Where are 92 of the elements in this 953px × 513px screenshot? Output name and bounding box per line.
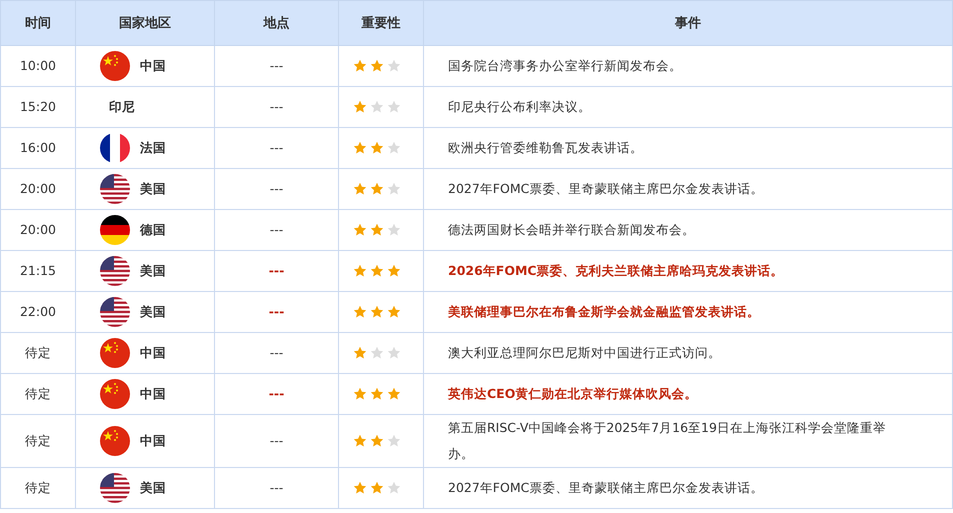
star-icon [370, 59, 384, 73]
location-cell: --- [214, 128, 338, 168]
time-cell: 待定 [0, 332, 76, 374]
country-name: 美国 [140, 480, 166, 496]
china-flag-icon [100, 426, 130, 456]
event-cell: 英伟达CEO黄仁勋在北京举行媒体吹风会。 [424, 374, 952, 414]
location-cell: --- [214, 332, 338, 374]
time-cell: 20:00 [0, 168, 76, 210]
column-header: 地点 [214, 0, 338, 46]
location-cell: --- [214, 250, 338, 292]
france-flag-icon [100, 133, 130, 163]
star-icon [387, 264, 401, 278]
star-icon [370, 100, 384, 114]
star-icon [370, 387, 384, 401]
star-icon [353, 305, 367, 319]
germany-flag-icon [100, 215, 130, 245]
location-cell: --- [214, 374, 338, 414]
country-name: 美国 [140, 181, 166, 197]
location-cell: --- [214, 414, 338, 468]
star-icon [353, 182, 367, 196]
star-icon [353, 264, 367, 278]
star-icon [387, 182, 401, 196]
event-cell: 2027年FOMC票委、里奇蒙联储主席巴尔金发表讲话。 [424, 468, 952, 508]
country-name: 德国 [140, 222, 166, 238]
event-cell: 欧洲央行管委维勒鲁瓦发表讲话。 [424, 128, 952, 168]
china-flag-icon [100, 379, 130, 409]
location-cell: --- [214, 86, 338, 128]
star-icon [353, 141, 367, 155]
usa-flag-icon [100, 473, 130, 503]
star-icon [387, 305, 401, 319]
location-cell: --- [214, 46, 338, 86]
country-name: 中国 [140, 433, 166, 449]
event-cell: 德法两国财长会晤并举行联合新闻发布会。 [424, 210, 952, 250]
column-header: 事件 [424, 0, 952, 46]
china-flag-icon [100, 338, 130, 368]
star-icon [370, 305, 384, 319]
column-header: 时间 [0, 0, 76, 46]
location-cell: --- [214, 292, 338, 332]
event-cell: 印尼央行公布利率决议。 [424, 86, 952, 128]
event-cell: 第五届RISC-V中国峰会将于2025年7月16至19日在上海张江科学会堂隆重举办。 [424, 414, 952, 468]
star-icon [370, 264, 384, 278]
usa-flag-icon [100, 174, 130, 204]
star-icon [387, 387, 401, 401]
event-cell: 2026年FOMC票委、克利夫兰联储主席哈玛克发表讲话。 [424, 250, 952, 292]
event-cell: 美联储理事巴尔在布鲁金斯学会就金融监管发表讲话。 [424, 292, 952, 332]
star-icon [370, 346, 384, 360]
star-icon [387, 434, 401, 448]
star-icon [387, 223, 401, 237]
star-icon [370, 481, 384, 495]
column-header: 重要性 [338, 0, 424, 46]
star-icon [387, 481, 401, 495]
time-cell: 20:00 [0, 210, 76, 250]
time-cell: 10:00 [0, 46, 76, 86]
country-name: 中国 [140, 345, 166, 361]
location-cell: --- [214, 168, 338, 210]
time-cell: 待定 [0, 414, 76, 468]
star-icon [370, 141, 384, 155]
location-cell: --- [214, 210, 338, 250]
star-icon [370, 434, 384, 448]
star-icon [353, 100, 367, 114]
time-cell: 待定 [0, 468, 76, 508]
star-icon [387, 100, 401, 114]
country-name: 中国 [140, 58, 166, 74]
time-cell: 15:20 [0, 86, 76, 128]
event-cell: 国务院台湾事务办公室举行新闻发布会。 [424, 46, 952, 86]
location-cell: --- [214, 468, 338, 508]
time-cell: 22:00 [0, 292, 76, 332]
country-name: 印尼 [109, 99, 135, 115]
star-icon [370, 223, 384, 237]
country-name: 美国 [140, 304, 166, 320]
star-icon [353, 481, 367, 495]
star-icon [353, 346, 367, 360]
time-cell: 21:15 [0, 250, 76, 292]
country-name: 中国 [140, 386, 166, 402]
time-cell: 16:00 [0, 128, 76, 168]
star-icon [353, 434, 367, 448]
star-icon [353, 387, 367, 401]
china-flag-icon [100, 51, 130, 81]
country-name: 美国 [140, 263, 166, 279]
usa-flag-icon [100, 297, 130, 327]
star-icon [370, 182, 384, 196]
star-icon [387, 59, 401, 73]
star-icon [387, 346, 401, 360]
star-icon [353, 59, 367, 73]
event-cell: 澳大利亚总理阿尔巴尼斯对中国进行正式访问。 [424, 332, 952, 374]
star-icon [353, 223, 367, 237]
column-header: 国家地区 [76, 0, 214, 46]
time-cell: 待定 [0, 374, 76, 414]
event-cell: 2027年FOMC票委、里奇蒙联储主席巴尔金发表讲话。 [424, 168, 952, 210]
usa-flag-icon [100, 256, 130, 286]
star-icon [387, 141, 401, 155]
country-name: 法国 [140, 140, 166, 156]
